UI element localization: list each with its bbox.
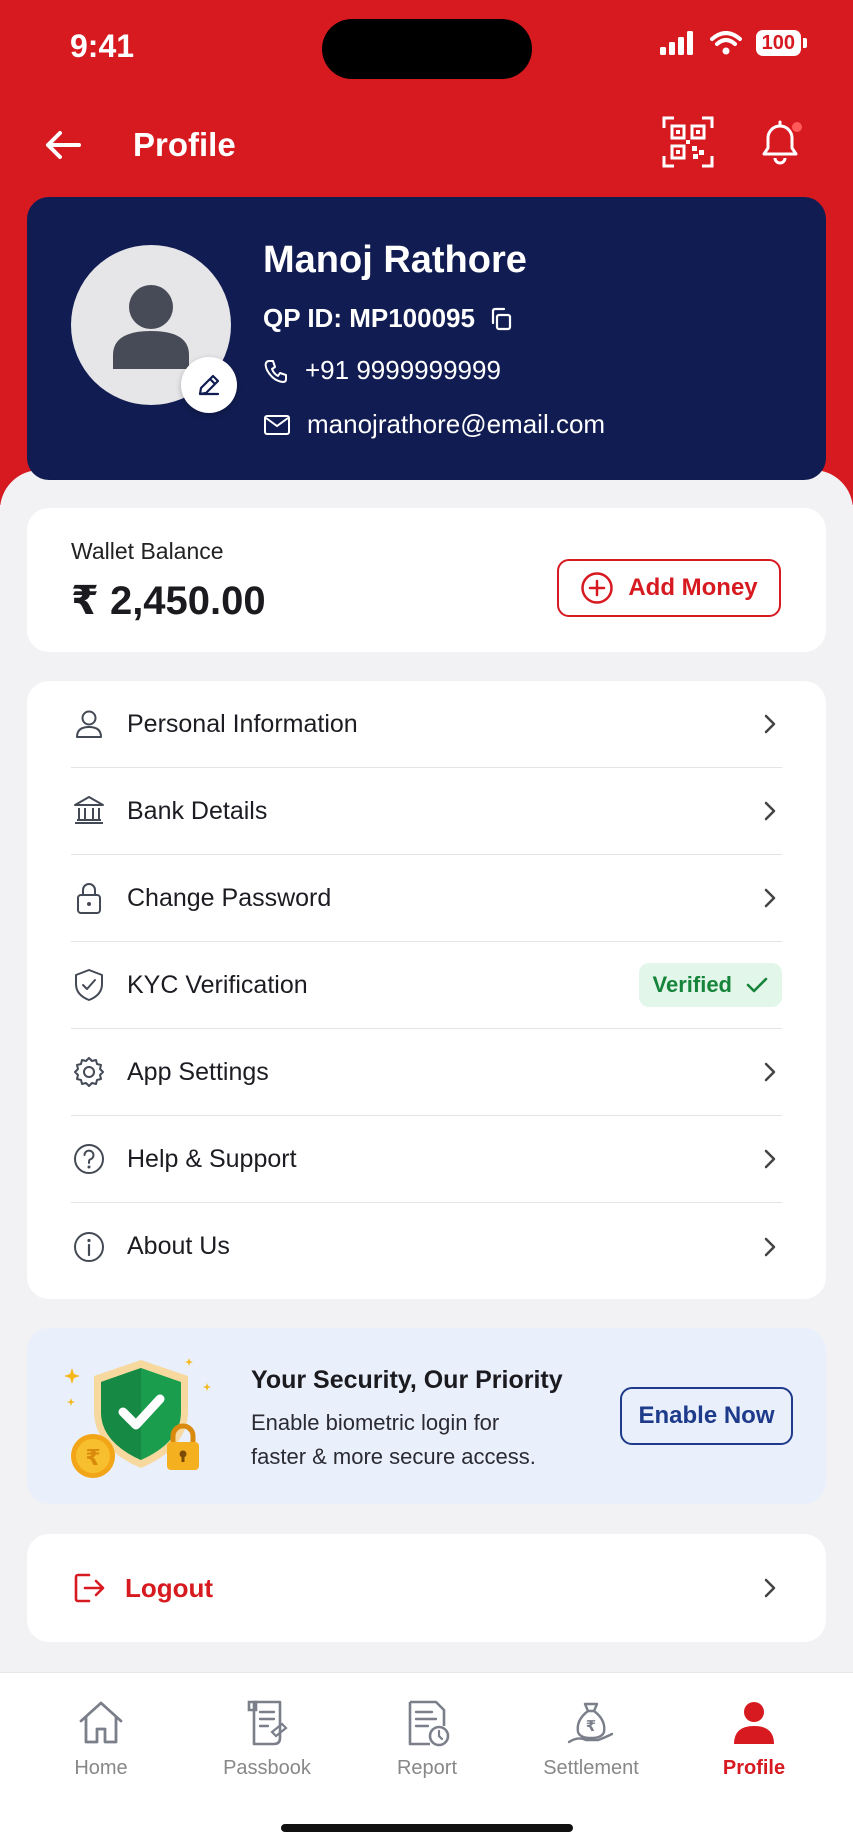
status-icons: 100: [659, 30, 807, 56]
kyc-status-badge: Verified: [638, 963, 782, 1007]
arrow-left-icon: [46, 131, 81, 159]
gear-icon: [71, 1054, 107, 1090]
check-icon: [746, 977, 768, 993]
passbook-icon: [241, 1697, 293, 1749]
logout-card: Logout: [27, 1534, 826, 1642]
phone-icon: [264, 359, 287, 383]
nav-label: Home: [74, 1757, 128, 1779]
status-time: 9:41: [70, 28, 135, 64]
help-icon: [71, 1141, 107, 1177]
menu-item-label: App Settings: [127, 1057, 269, 1086]
shield-check-icon: [71, 967, 107, 1003]
mail-icon: [264, 414, 290, 435]
security-title: Your Security, Our Priority: [251, 1366, 563, 1394]
battery-icon: 100: [755, 30, 807, 56]
menu-item-change-password[interactable]: Change Password: [71, 855, 782, 942]
add-money-label: Add Money: [628, 574, 758, 601]
menu-item-label: Help & Support: [127, 1144, 297, 1173]
qp-id: QP ID: MP100095: [263, 303, 475, 333]
nav-item-home[interactable]: Home: [26, 1697, 176, 1780]
nav-item-profile[interactable]: Profile: [679, 1697, 829, 1780]
phone-row: +91 9999999999: [263, 355, 501, 386]
info-icon: [71, 1229, 107, 1265]
add-money-button[interactable]: Add Money: [557, 559, 781, 617]
user-icon: [71, 706, 107, 742]
plus-circle-icon: [581, 572, 614, 604]
dynamic-island: [322, 19, 532, 79]
shield-lock-illustration-icon: ₹: [64, 1358, 211, 1478]
menu-item-app-settings[interactable]: App Settings: [71, 1029, 782, 1116]
menu-item-label: Bank Details: [127, 796, 268, 825]
chevron-right-icon: [758, 1576, 782, 1600]
home-indicator: [281, 1824, 573, 1832]
nav-item-settlement[interactable]: ₹ Settlement: [516, 1697, 666, 1780]
enable-biometric-button[interactable]: Enable Now: [620, 1387, 793, 1445]
menu-item-help-support[interactable]: Help & Support: [71, 1116, 782, 1203]
nav-item-passbook[interactable]: Passbook: [192, 1697, 342, 1780]
battery-level: 100: [755, 30, 801, 56]
bank-icon: [71, 793, 107, 829]
app-bar: Profile: [0, 110, 853, 180]
edit-avatar-button[interactable]: [181, 357, 237, 413]
bottom-navigation: Home Passbook Report ₹ Settlement Profil…: [0, 1672, 853, 1844]
menu-item-kyc-verification[interactable]: KYC Verification Verified: [71, 942, 782, 1029]
nav-label: Settlement: [543, 1757, 639, 1779]
home-icon: [75, 1697, 127, 1749]
chevron-right-icon: [758, 1060, 782, 1084]
logout-icon: [74, 1573, 105, 1603]
report-icon: [401, 1697, 453, 1749]
security-description: Enable biometric login for faster & more…: [251, 1410, 536, 1469]
qr-code-button[interactable]: [662, 116, 714, 168]
nav-label: Profile: [722, 1757, 786, 1779]
page-title: Profile: [133, 126, 236, 163]
signal-icon: [659, 31, 693, 55]
settlement-icon: ₹: [565, 1697, 617, 1749]
svg-text:₹: ₹: [85, 1446, 100, 1471]
notifications-button[interactable]: [754, 116, 806, 168]
copy-icon[interactable]: [489, 307, 513, 331]
menu-item-about-us[interactable]: About Us: [71, 1203, 782, 1290]
svg-text:₹: ₹: [586, 1717, 596, 1735]
status-bar: 9:41 100: [0, 0, 853, 95]
nav-label: Report: [396, 1757, 458, 1779]
notification-dot: [792, 122, 802, 132]
menu-item-label: About Us: [127, 1232, 230, 1260]
email-row: manojrathore@email.com: [263, 409, 605, 440]
chevron-right-icon: [758, 1147, 782, 1171]
security-illustration: ₹: [63, 1356, 213, 1481]
user-name: Manoj Rathore: [263, 239, 527, 281]
profile-icon: [728, 1697, 780, 1749]
back-button[interactable]: [38, 122, 88, 168]
wallet-label: Wallet Balance: [71, 538, 224, 564]
chevron-right-icon: [758, 886, 782, 910]
menu-item-personal-information[interactable]: Personal Information: [71, 681, 782, 768]
qr-code-icon: [662, 116, 714, 168]
profile-card: Manoj Rathore QP ID: MP100095 +91 999999…: [27, 197, 826, 480]
email-address: manojrathore@email.com: [307, 409, 606, 439]
menu-item-label: Personal Information: [127, 709, 358, 738]
settings-menu: Personal Information Bank Details Change…: [27, 681, 826, 1299]
pencil-icon: [198, 374, 220, 396]
qp-id-row: QP ID: MP100095: [263, 303, 513, 334]
lock-icon: [71, 880, 107, 916]
wallet-amount: ₹ 2,450.00: [71, 579, 266, 623]
logout-label: Logout: [125, 1572, 214, 1603]
nav-label: Passbook: [223, 1757, 311, 1779]
wifi-icon: [709, 31, 742, 55]
chevron-right-icon: [758, 799, 782, 823]
wallet-card: Wallet Balance ₹ 2,450.00 Add Money: [27, 508, 826, 652]
logout-button[interactable]: Logout: [71, 1534, 782, 1642]
verified-label: Verified: [652, 972, 732, 997]
security-banner: ₹ Your Security, Our Priority Enable bio…: [27, 1328, 826, 1504]
menu-item-label: KYC Verification: [127, 970, 308, 999]
menu-item-label: Change Password: [127, 883, 332, 912]
chevron-right-icon: [758, 712, 782, 736]
menu-item-bank-details[interactable]: Bank Details: [71, 768, 782, 855]
phone-number: +91 9999999999: [305, 355, 501, 385]
nav-item-report[interactable]: Report: [352, 1697, 502, 1780]
chevron-right-icon: [758, 1235, 782, 1259]
